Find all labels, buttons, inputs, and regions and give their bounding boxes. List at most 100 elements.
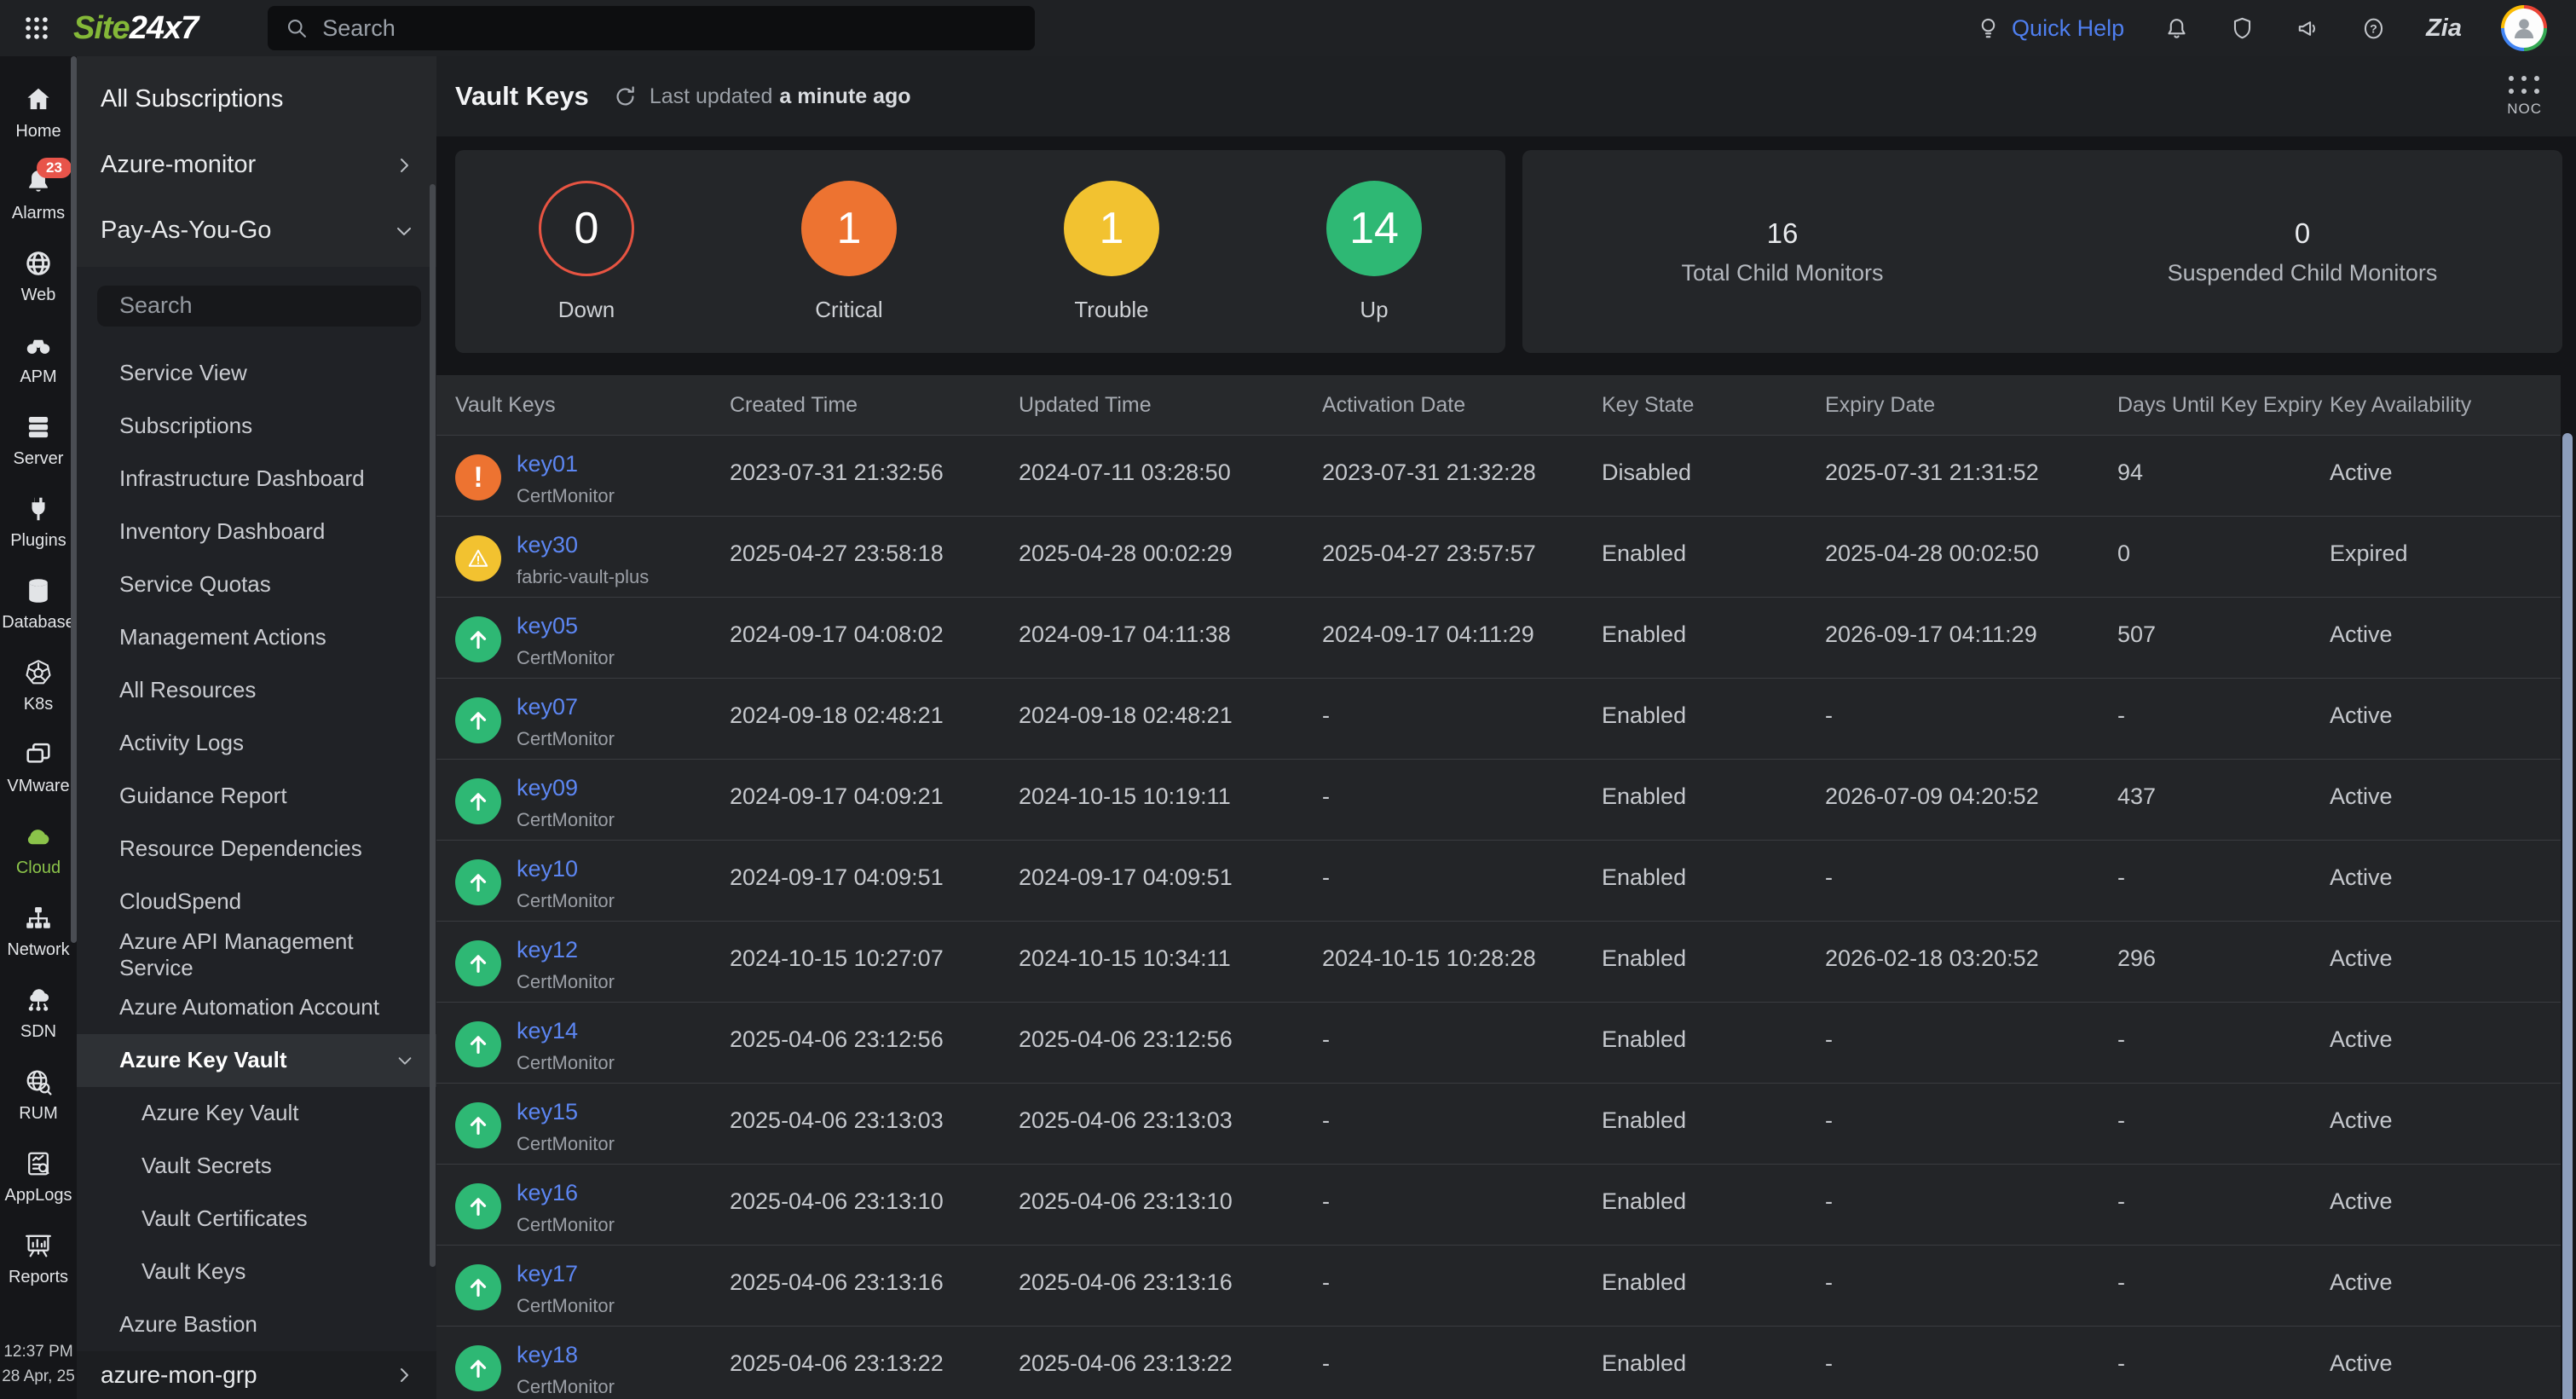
table-row-key01[interactable]: !key01CertMonitor2023-07-31 21:32:562024… (436, 435, 2561, 516)
site24x7-logo[interactable]: Site24x7 (73, 10, 198, 47)
status-up[interactable]: 14Up (1243, 181, 1505, 323)
vault-key-link[interactable]: key17 (517, 1259, 615, 1288)
column-header-activation-date[interactable]: Activation Date (1322, 393, 1602, 418)
table-row-key16[interactable]: key16CertMonitor2025-04-06 23:13:102025-… (436, 1164, 2561, 1245)
rail-item-rum[interactable]: RUM (0, 1054, 77, 1136)
vault-key-link[interactable]: key15 (517, 1097, 615, 1126)
sidebar-item-azure-mon-grp[interactable]: azure-mon-grp (77, 1351, 436, 1399)
table-row-key18[interactable]: key18CertMonitor2025-04-06 23:13:222025-… (436, 1326, 2561, 1399)
column-header-updated-time[interactable]: Updated Time (1019, 393, 1322, 418)
column-header-expiry-date[interactable]: Expiry Date (1825, 393, 2117, 418)
announcements-megaphone-icon[interactable] (2295, 15, 2321, 42)
sidebar-item-inventory-dashboard[interactable]: Inventory Dashboard (77, 506, 436, 558)
status-trouble[interactable]: 1Trouble (980, 181, 1243, 323)
vault-key-link[interactable]: key09 (517, 773, 615, 802)
rail-item-sdn[interactable]: SDN (0, 972, 77, 1054)
rail-item-vmware[interactable]: VMware (0, 726, 77, 808)
cell-days-until-key-expiry: - (2117, 679, 2330, 759)
person-icon (2504, 9, 2544, 48)
rail-item-alarms[interactable]: 23Alarms (0, 153, 77, 235)
cell-key-availability: Active (2330, 436, 2561, 516)
sidebar-item-service-quotas[interactable]: Service Quotas (77, 558, 436, 611)
vault-key-link[interactable]: key18 (517, 1340, 615, 1369)
sidebar-search-input[interactable] (119, 292, 421, 319)
rail-item-database[interactable]: Database (0, 563, 77, 645)
refresh-icon[interactable] (613, 84, 638, 109)
rail-item-cloud[interactable]: Cloud (0, 808, 77, 890)
table-row-key15[interactable]: key15CertMonitor2025-04-06 23:13:032025-… (436, 1083, 2561, 1164)
table-scrollbar[interactable] (2562, 433, 2573, 1399)
status-down[interactable]: 0Down (455, 181, 718, 323)
table-row-key10[interactable]: key10CertMonitor2024-09-17 04:09:512024-… (436, 840, 2561, 921)
sidebar-item-subscriptions[interactable]: Subscriptions (77, 400, 436, 453)
sidebar-item-resource-dependencies[interactable]: Resource Dependencies (77, 823, 436, 876)
global-search[interactable] (268, 6, 1035, 50)
security-shield-icon[interactable] (2229, 15, 2255, 42)
vault-key-link[interactable]: key07 (517, 692, 615, 721)
vault-key-link[interactable]: key01 (517, 449, 615, 478)
rail-item-home[interactable]: Home (0, 72, 77, 153)
sidebar-item-azure-automation-account[interactable]: Azure Automation Account (77, 981, 436, 1034)
column-header-days-until-key-expiry[interactable]: Days Until Key Expiry (2117, 393, 2330, 418)
table-row-key17[interactable]: key17CertMonitor2025-04-06 23:13:162025-… (436, 1245, 2561, 1326)
rail-item-label: APM (20, 367, 56, 387)
rail-item-applogs[interactable]: AppLogs (0, 1136, 77, 1217)
apps-grid-icon[interactable] (22, 14, 51, 43)
vault-key-link[interactable]: key12 (517, 935, 615, 964)
quick-help-button[interactable]: Quick Help (1975, 15, 2124, 42)
zia-assistant-icon[interactable]: Zia (2426, 14, 2462, 43)
cell-key-state: Enabled (1602, 679, 1825, 759)
sidebar-item-management-actions[interactable]: Management Actions (77, 611, 436, 664)
rail-item-k8s[interactable]: K8s (0, 645, 77, 726)
sidebar-item-azure-api-management-service[interactable]: Azure API Management Service (77, 928, 436, 981)
sidebar-search[interactable] (97, 286, 421, 327)
global-search-input[interactable] (322, 15, 1018, 42)
sidebar-item-guidance-report[interactable]: Guidance Report (77, 770, 436, 823)
notifications-bell-icon[interactable] (2163, 15, 2190, 42)
all-subscriptions-header[interactable]: All Subscriptions (101, 85, 414, 113)
rail-item-plugins[interactable]: Plugins (0, 481, 77, 563)
column-header-created-time[interactable]: Created Time (730, 393, 1019, 418)
sidebar-item-vault-secrets[interactable]: Vault Secrets (77, 1140, 436, 1193)
column-header-key-availability[interactable]: Key Availability (2330, 393, 2561, 418)
table-row-key07[interactable]: key07CertMonitor2024-09-18 02:48:212024-… (436, 678, 2561, 759)
noc-view-button[interactable]: NOC (2507, 76, 2542, 118)
rail-scrollbar[interactable] (71, 56, 77, 943)
rail-item-web[interactable]: Web (0, 235, 77, 317)
sidebar-group-pay-as-you-go[interactable]: Pay-As-You-Go (101, 217, 414, 245)
vault-key-link[interactable]: key16 (517, 1178, 615, 1207)
sidebar-item-vault-keys[interactable]: Vault Keys (77, 1246, 436, 1298)
table-row-key05[interactable]: key05CertMonitor2024-09-17 04:08:022024-… (436, 597, 2561, 678)
rail-item-apm[interactable]: APM (0, 317, 77, 399)
sidebar-item-activity-logs[interactable]: Activity Logs (77, 717, 436, 770)
vault-key-link[interactable]: key10 (517, 854, 615, 883)
rail-item-network[interactable]: Network (0, 890, 77, 972)
user-avatar[interactable] (2501, 5, 2547, 51)
cell-updated-time: 2024-09-18 02:48:21 (1019, 679, 1322, 759)
table-row-key14[interactable]: key14CertMonitor2025-04-06 23:12:562025-… (436, 1002, 2561, 1083)
column-header-vault-keys[interactable]: Vault Keys (455, 393, 730, 418)
vault-key-link[interactable]: key14 (517, 1016, 615, 1045)
sidebar-item-azure-bastion[interactable]: Azure Bastion (77, 1298, 436, 1351)
sidebar-group-azure-monitor[interactable]: Azure-monitor (101, 151, 414, 179)
sidebar-item-service-view[interactable]: Service View (77, 347, 436, 400)
table-row-key09[interactable]: key09CertMonitor2024-09-17 04:09:212024-… (436, 759, 2561, 840)
sidebar-item-azure-key-vault[interactable]: Azure Key Vault (77, 1087, 436, 1140)
table-row-key30[interactable]: key30fabric-vault-plus2025-04-27 23:58:1… (436, 516, 2561, 597)
sidebar-item-vault-certificates[interactable]: Vault Certificates (77, 1193, 436, 1246)
sidebar-item-cloudspend[interactable]: CloudSpend (77, 876, 436, 928)
rail-item-reports[interactable]: Reports (0, 1217, 77, 1299)
sidebar-item-infrastructure-dashboard[interactable]: Infrastructure Dashboard (77, 453, 436, 506)
sidebar-item-all-resources[interactable]: All Resources (77, 664, 436, 717)
table-row-key12[interactable]: key12CertMonitor2024-10-15 10:27:072024-… (436, 921, 2561, 1002)
sidebar-scrollbar[interactable] (430, 184, 436, 1267)
vault-key-link[interactable]: key30 (517, 530, 649, 559)
sidebar-item-azure-key-vault[interactable]: Azure Key Vault (77, 1034, 436, 1087)
help-question-icon[interactable]: ? (2360, 15, 2387, 42)
status-critical[interactable]: 1Critical (718, 181, 980, 323)
column-header-key-state[interactable]: Key State (1602, 393, 1825, 418)
rail-item-label: K8s (24, 695, 53, 714)
rail-item-server[interactable]: Server (0, 399, 77, 481)
vault-key-link[interactable]: key05 (517, 611, 615, 640)
noc-label: NOC (2507, 101, 2542, 118)
